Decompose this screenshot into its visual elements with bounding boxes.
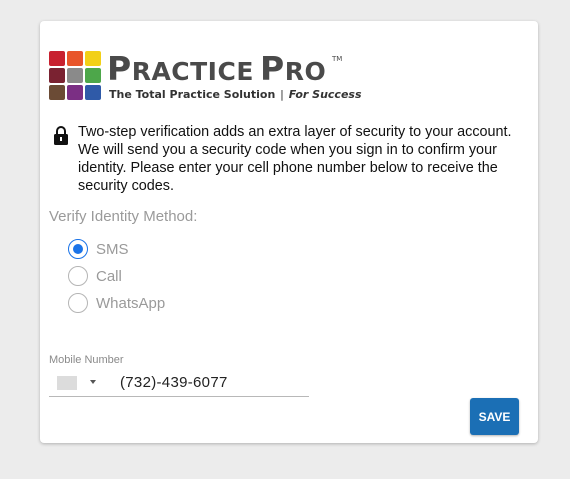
- brand-word: RACTICE: [131, 57, 254, 86]
- country-dropdown-caret-icon[interactable]: [90, 380, 96, 384]
- brand-tagline: The Total Practice Solution | For Succes…: [109, 88, 362, 101]
- radio-button-sms[interactable]: [68, 239, 88, 259]
- mobile-number-input[interactable]: (732)-439-6077: [120, 374, 228, 391]
- brand-initial: P: [107, 49, 132, 88]
- brand-word: RO: [284, 57, 327, 86]
- trademark-mark: TM: [332, 55, 343, 63]
- radio-label-whatsapp: WhatsApp: [96, 294, 166, 312]
- mobile-number-field[interactable]: (732)-439-6077: [49, 371, 309, 397]
- logo-square: [67, 51, 83, 66]
- radio-button-whatsapp[interactable]: [68, 293, 88, 313]
- save-button[interactable]: SAVE: [470, 398, 519, 435]
- country-flag-icon[interactable]: [57, 376, 77, 390]
- logo-square: [85, 68, 101, 83]
- lock-icon: [54, 126, 68, 145]
- tagline-separator: |: [280, 88, 284, 101]
- radio-whatsapp[interactable]: WhatsApp: [68, 291, 165, 315]
- practice-pro-logo: PRACTICE PRO TM The Total Practice Solut…: [49, 49, 362, 101]
- brand-name: PRACTICE PRO: [107, 49, 326, 88]
- verification-card: PRACTICE PRO TM The Total Practice Solut…: [40, 21, 538, 443]
- logo-square: [49, 85, 65, 100]
- logo-square: [49, 51, 65, 66]
- mobile-number-label: Mobile Number: [49, 354, 124, 366]
- logo-square: [85, 85, 101, 100]
- radio-label-call: Call: [96, 267, 122, 285]
- radio-call[interactable]: Call: [68, 264, 122, 288]
- radio-sms[interactable]: SMS: [68, 237, 129, 261]
- tagline-main: The Total Practice Solution: [109, 88, 276, 101]
- radio-button-call[interactable]: [68, 266, 88, 286]
- radio-label-sms: SMS: [96, 240, 129, 258]
- logo-square: [85, 51, 101, 66]
- logo-color-grid: [49, 51, 101, 101]
- verify-method-label: Verify Identity Method:: [49, 208, 198, 225]
- tagline-emphasis: For Success: [288, 88, 362, 101]
- security-info-text: Two-step verification adds an extra laye…: [78, 124, 512, 194]
- logo-square: [67, 68, 83, 83]
- brand-initial: P: [260, 49, 285, 88]
- logo-square: [49, 68, 65, 83]
- logo-square: [67, 85, 83, 100]
